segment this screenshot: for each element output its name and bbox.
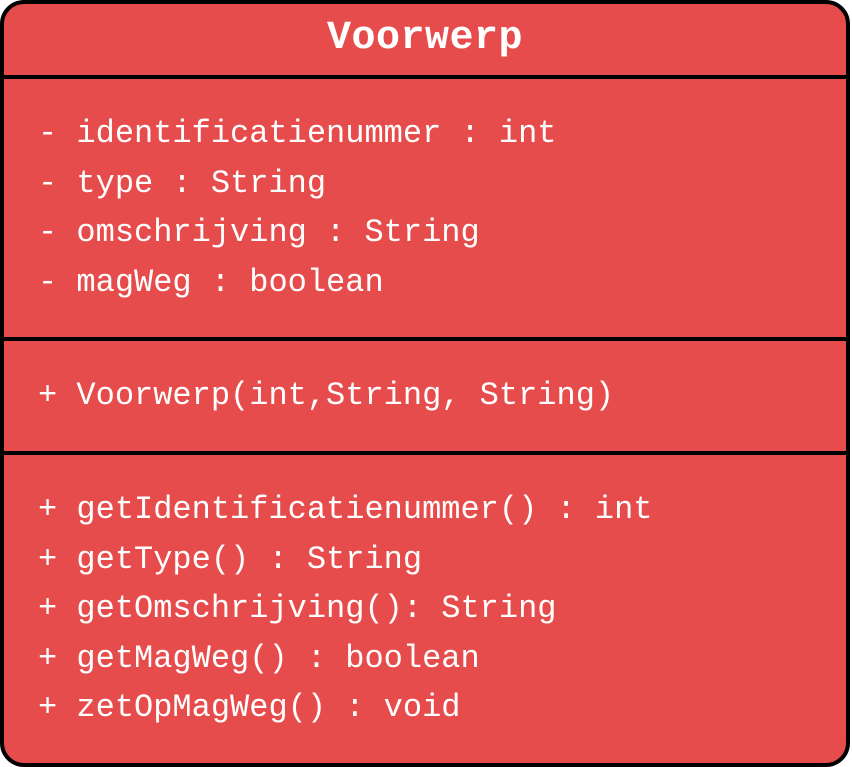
uml-method: + getIdentificatienummer() : int — [38, 485, 812, 535]
uml-attribute: - magWeg : boolean — [38, 258, 812, 308]
uml-class-name: Voorwerp — [4, 4, 846, 79]
uml-method: + getType() : String — [38, 535, 812, 585]
uml-method: + zetOpMagWeg() : void — [38, 683, 812, 733]
uml-method: + getMagWeg() : boolean — [38, 634, 812, 684]
uml-attribute: - identificatienummer : int — [38, 109, 812, 159]
uml-attribute: - omschrijving : String — [38, 208, 812, 258]
uml-constructor: + Voorwerp(int,String, String) — [38, 371, 812, 421]
uml-constructors-section: + Voorwerp(int,String, String) — [4, 337, 846, 451]
uml-attribute: - type : String — [38, 159, 812, 209]
uml-class-box: Voorwerp - identificatienummer : int - t… — [0, 0, 850, 767]
uml-attributes-section: - identificatienummer : int - type : Str… — [4, 79, 846, 337]
uml-methods-section: + getIdentificatienummer() : int + getTy… — [4, 451, 846, 763]
uml-method: + getOmschrijving(): String — [38, 584, 812, 634]
